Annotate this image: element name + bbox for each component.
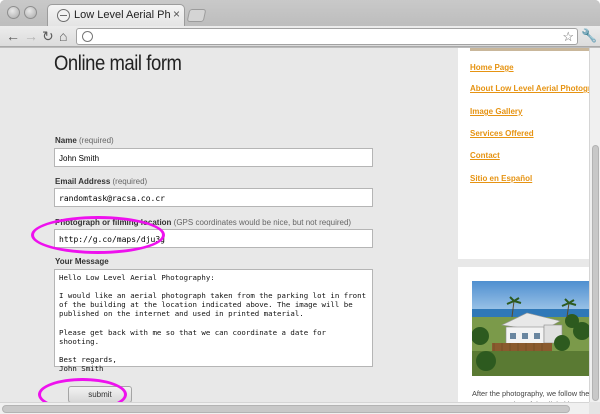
browser-window: Low Level Aerial Photograph × ← → ↻ ⌂ ☆ …: [0, 0, 600, 414]
home-icon[interactable]: ⌂: [59, 27, 67, 45]
nav-link-gallery[interactable]: Image Gallery: [470, 107, 522, 116]
nav-link-spanish[interactable]: Sitio en Español: [470, 174, 532, 183]
vertical-scrollbar[interactable]: [589, 48, 600, 402]
reload-icon[interactable]: ↻: [42, 27, 54, 45]
email-field[interactable]: randomtask@racsa.co.cr: [54, 188, 373, 207]
nav-link-home[interactable]: Home Page: [470, 63, 514, 72]
horizontal-scroll-thumb[interactable]: [2, 405, 570, 413]
address-bar[interactable]: ☆: [76, 28, 578, 45]
back-icon[interactable]: ←: [6, 27, 20, 45]
nav-link-services[interactable]: Services Offered: [470, 129, 534, 138]
globe-icon: [57, 9, 70, 22]
nav-link-about[interactable]: About Low Level Aerial Photogra: [470, 84, 589, 93]
tab-title: Low Level Aerial Photograph: [74, 9, 170, 21]
header-photo: [470, 48, 589, 51]
location-note-text: (GPS coordinates would be nice, but not …: [171, 218, 352, 227]
message-textarea[interactable]: Hello Low Level Aerial Photography: I wo…: [54, 269, 373, 373]
page-icon: [82, 31, 93, 42]
tab-close-icon[interactable]: ×: [173, 7, 180, 21]
message-label: Your Message: [55, 257, 109, 266]
vertical-scroll-thumb[interactable]: [592, 145, 599, 401]
email-label: Email Address (required): [55, 177, 147, 186]
new-tab-button[interactable]: [186, 9, 207, 22]
highlight-circle-location: [31, 216, 165, 254]
minimize-window-button[interactable]: [24, 6, 37, 19]
page-title: Online mail form: [54, 52, 182, 75]
name-label-text: Name: [55, 136, 77, 145]
email-required-text: (required): [110, 177, 148, 186]
close-window-button[interactable]: [7, 6, 20, 19]
tab-active[interactable]: Low Level Aerial Photograph ×: [47, 4, 185, 26]
horizontal-scrollbar[interactable]: [0, 402, 589, 414]
email-label-text: Email Address: [55, 177, 111, 186]
beach-house-photo: [472, 281, 589, 376]
bookmark-star-icon[interactable]: ☆: [562, 29, 574, 44]
tab-strip: Low Level Aerial Photograph ×: [0, 0, 600, 26]
name-field[interactable]: John Smith: [54, 148, 373, 167]
sidebar-photo-box: After the photography, we follow the wit…: [458, 267, 589, 402]
beach-house-illustration: [472, 281, 589, 376]
forward-icon[interactable]: →: [24, 27, 38, 45]
wrench-menu-icon[interactable]: 🔧: [581, 27, 597, 45]
resize-corner[interactable]: [589, 402, 600, 414]
mail-form: Online mail form Name (required) John Sm…: [24, 48, 442, 402]
sidebar-nav: Home Page About Low Level Aerial Photogr…: [458, 48, 589, 259]
name-required-text: (required): [76, 136, 114, 145]
toolbar: ← → ↻ ⌂ ☆ 🔧: [0, 26, 600, 47]
highlight-circle-submit: [38, 378, 127, 402]
nav-link-contact[interactable]: Contact: [470, 151, 500, 160]
page-content: Online mail form Name (required) John Sm…: [0, 48, 589, 402]
name-label: Name (required): [55, 136, 114, 145]
sidebar-caption: After the photography, we follow the wit…: [472, 389, 589, 402]
